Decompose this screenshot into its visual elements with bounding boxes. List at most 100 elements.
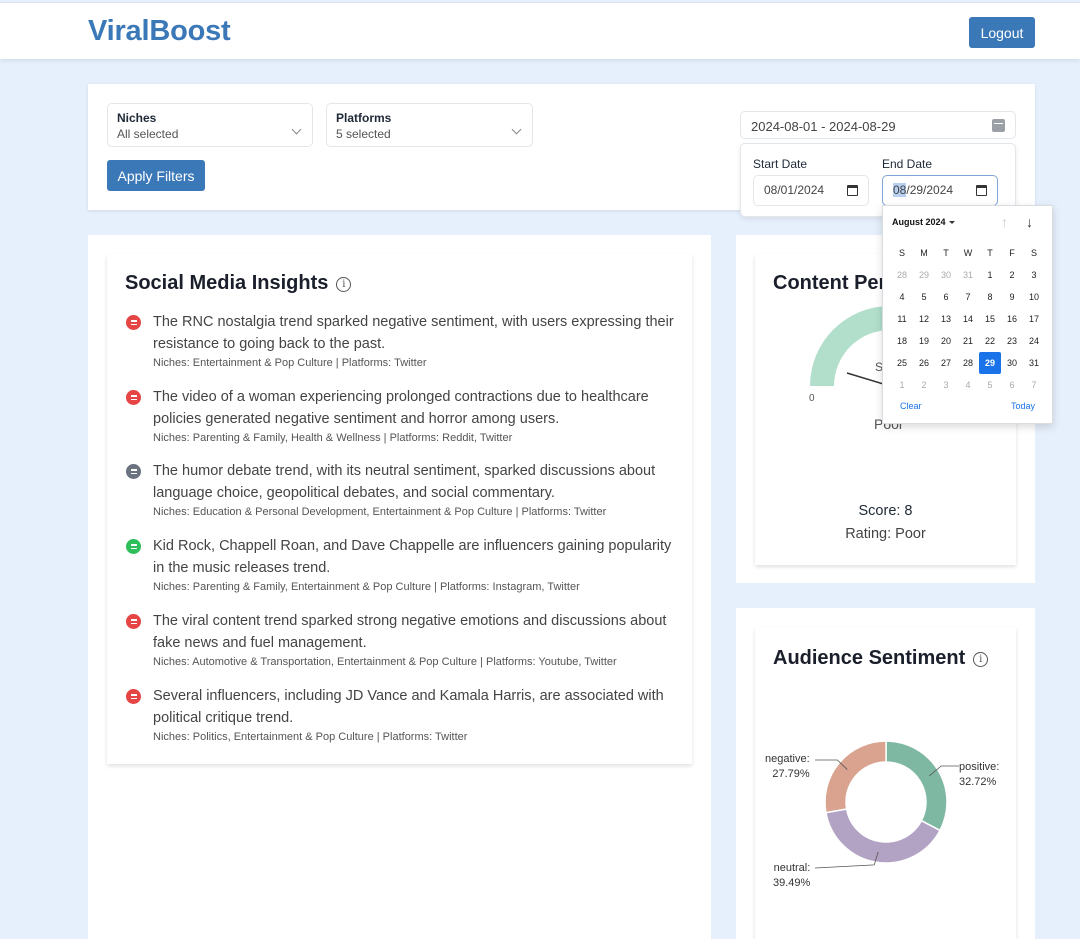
calendar-day[interactable]: 2 (913, 374, 935, 396)
calendar-day[interactable]: 29 (913, 264, 935, 286)
logout-button[interactable]: Logout (969, 17, 1035, 48)
calendar-day[interactable]: 28 (957, 352, 979, 374)
calendar-day[interactable]: 6 (935, 286, 957, 308)
calendar-day[interactable]: 5 (913, 286, 935, 308)
apply-filters-button[interactable]: Apply Filters (107, 160, 205, 191)
month-selector[interactable]: August 2024 (892, 217, 955, 227)
calendar-day[interactable]: 14 (957, 308, 979, 330)
sentiment-title: Audience Sentiment i (773, 647, 989, 670)
calendar-day[interactable]: 6 (1001, 374, 1023, 396)
calendar-day[interactable]: 10 (1023, 286, 1045, 308)
slice-value: 27.79% (772, 768, 810, 780)
start-date-label: Start Date (753, 157, 808, 171)
end-date-input[interactable]: 08/29/2024 (882, 175, 998, 206)
slice-value: 39.49% (773, 877, 811, 889)
calendar-day[interactable]: 1 (979, 264, 1001, 286)
calendar-day[interactable]: 24 (1023, 330, 1045, 352)
calendar-day[interactable]: 27 (935, 352, 957, 374)
slice-value: 32.72% (959, 776, 997, 788)
calendar-icon[interactable] (976, 185, 987, 196)
calendar-day[interactable]: 28 (891, 264, 913, 286)
weekday-header: T (943, 248, 949, 258)
sentiment-title-text: Audience Sentiment (773, 647, 966, 669)
arrow-down-icon[interactable]: ↓ (1026, 214, 1033, 230)
calendar-day[interactable]: 3 (1023, 264, 1045, 286)
insight-meta: Niches: Education & Personal Development… (153, 506, 607, 518)
calendar-day[interactable]: 3 (935, 374, 957, 396)
calendar-day[interactable]: 20 (935, 330, 957, 352)
sentiment-negative-icon (126, 315, 141, 330)
calendar-day[interactable]: 26 (913, 352, 935, 374)
calendar-day[interactable]: 1 (891, 374, 913, 396)
end-date-month-segment[interactable]: 08 (893, 183, 907, 197)
calendar-day[interactable]: 19 (913, 330, 935, 352)
calendar-day[interactable]: 2 (1001, 264, 1023, 286)
calendar-day[interactable]: 8 (979, 286, 1001, 308)
weekday-header: S (1030, 248, 1037, 258)
start-date-input[interactable]: 08/01/2024 (753, 175, 869, 206)
insights-title: Social Media Insights i (125, 272, 352, 295)
calendar-day[interactable]: 18 (891, 330, 913, 352)
calendar-day[interactable]: 7 (957, 286, 979, 308)
calendar-day[interactable]: 13 (935, 308, 957, 330)
brand-logo[interactable]: ViralBoost (88, 15, 231, 48)
calendar-icon[interactable] (992, 119, 1005, 132)
arrow-up-icon[interactable]: ↑ (1001, 214, 1008, 230)
calendar-day[interactable]: 11 (891, 308, 913, 330)
calendar-day[interactable]: 23 (1001, 330, 1023, 352)
calendar-day[interactable]: 17 (1023, 308, 1045, 330)
calendar-day[interactable]: 30 (1001, 352, 1023, 374)
calendar-day[interactable]: 16 (1001, 308, 1023, 330)
calendar-popup: August 2024 ↑ ↓ S M T W T F S 28 29 30 31 1 2 3 4 5 6 7 8 9… (882, 205, 1053, 424)
end-date-label: End Date (882, 157, 933, 171)
end-date-rest: /29/2024 (906, 183, 954, 197)
sentiment-positive-icon (126, 539, 141, 554)
chevron-down-icon (291, 124, 302, 135)
insights-title-text: Social Media Insights (125, 272, 329, 294)
insight-text: The RNC nostalgia trend sparked negative… (153, 314, 674, 352)
today-button[interactable]: Today (1011, 401, 1035, 411)
slice-name: neutral (773, 862, 808, 874)
niches-label: Niches (117, 111, 157, 125)
calendar-day[interactable]: 22 (979, 330, 1001, 352)
slice-label-negative: negative: 27.79% (765, 753, 810, 780)
insight-text: The viral content trend sparked strong n… (153, 613, 667, 651)
donut-slice-positive[interactable] (885, 740, 948, 832)
rating-text: Rating: Poor (845, 526, 926, 542)
date-range-input[interactable]: 2024-08-01 - 2024-08-29 (740, 111, 1016, 139)
insight-meta: Niches: Automotive & Transportation, Ent… (153, 656, 617, 668)
platforms-label: Platforms (336, 111, 392, 125)
sentiment-negative-icon (126, 689, 141, 704)
platforms-select[interactable]: Platforms 5 selected (326, 103, 533, 147)
calendar-grid: S M T W T F S 28 29 30 31 1 2 3 4 5 6 7 8 9 10 11 12 13 14 15 16 17… (891, 242, 1046, 396)
info-icon[interactable]: i (336, 277, 352, 292)
insight-text: Kid Rock, Chappell Roan, and Dave Chappe… (153, 538, 672, 576)
calendar-day[interactable]: 7 (1023, 374, 1045, 396)
insight-meta: Niches: Politics, Entertainment & Pop Cu… (153, 731, 468, 743)
donut-slice-negative[interactable] (824, 740, 887, 814)
calendar-day-selected[interactable]: 29 (979, 352, 1001, 374)
niches-value: All selected (117, 127, 179, 141)
gauge-min-label: 0 (809, 393, 815, 404)
niches-select[interactable]: Niches All selected (107, 103, 313, 147)
calendar-day[interactable]: 31 (957, 264, 979, 286)
slice-name: positive (959, 761, 997, 773)
calendar-day[interactable]: 12 (913, 308, 935, 330)
calendar-day[interactable]: 5 (979, 374, 1001, 396)
caret-down-icon (948, 221, 955, 225)
calendar-day[interactable]: 21 (957, 330, 979, 352)
calendar-day[interactable]: 25 (891, 352, 913, 374)
insight-meta: Niches: Parenting & Family, Entertainmen… (153, 581, 580, 593)
sentiment-negative-icon (126, 390, 141, 405)
clear-button[interactable]: Clear (900, 401, 922, 411)
calendar-day[interactable]: 4 (957, 374, 979, 396)
calendar-day[interactable]: 15 (979, 308, 1001, 330)
calendar-day[interactable]: 9 (1001, 286, 1023, 308)
calendar-day[interactable]: 30 (935, 264, 957, 286)
top-navbar: ViralBoost Logout (0, 2, 1080, 59)
info-icon[interactable]: i (973, 652, 989, 667)
slice-name: negative (765, 753, 807, 765)
calendar-day[interactable]: 31 (1023, 352, 1045, 374)
calendar-icon[interactable] (847, 185, 858, 196)
calendar-day[interactable]: 4 (891, 286, 913, 308)
